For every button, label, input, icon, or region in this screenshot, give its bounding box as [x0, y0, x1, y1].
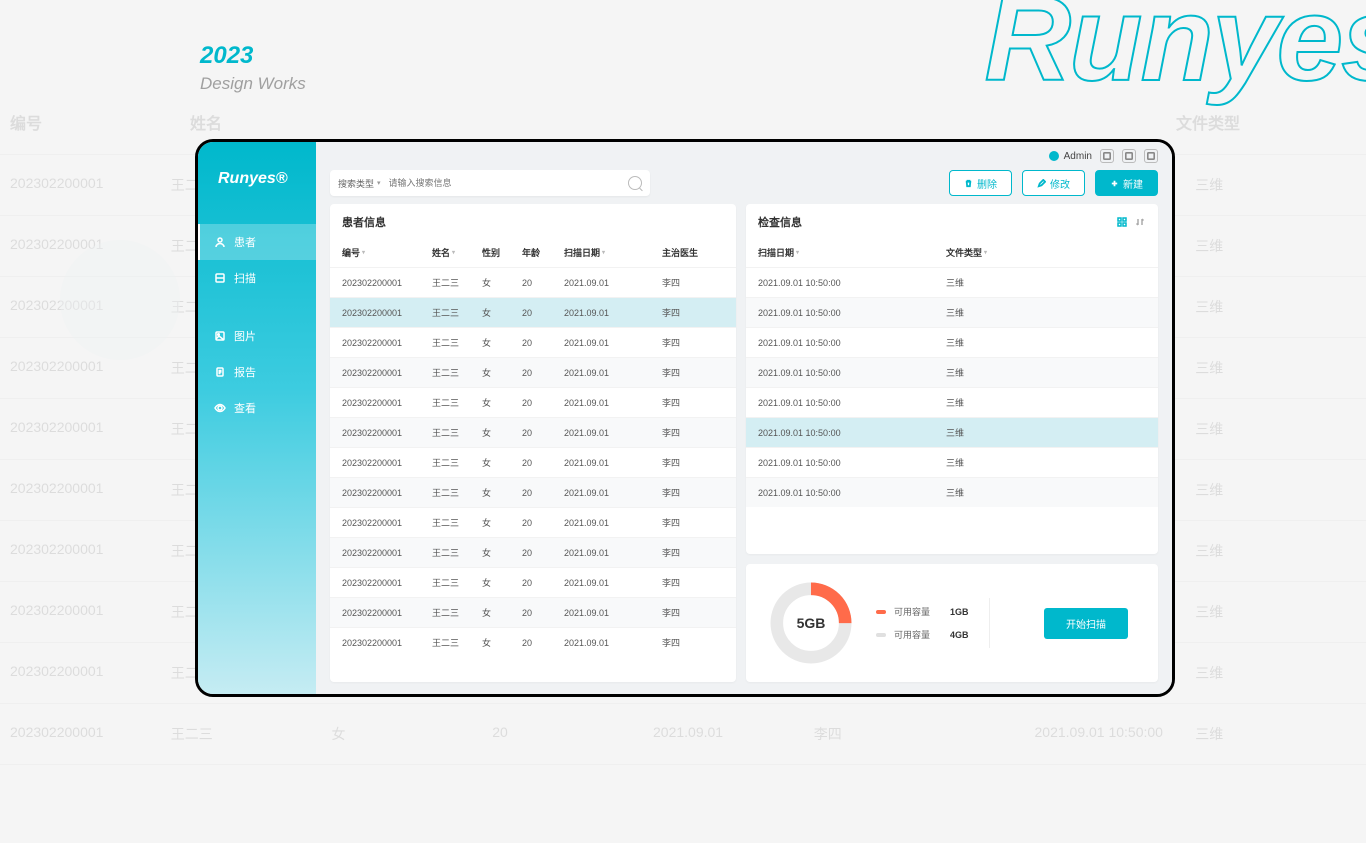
- sidebar-item-view[interactable]: 查看: [198, 390, 316, 426]
- toolbar: 搜索类型 删除 修改 新建: [316, 170, 1172, 196]
- start-scan-button[interactable]: 开始扫描: [1044, 608, 1128, 639]
- patient-row[interactable]: 202302200001王二三女202021.09.01李四: [330, 507, 736, 537]
- exam-row[interactable]: 2021.09.01 10:50:00三维: [746, 447, 1158, 477]
- content-area: 患者信息 编号▾ 姓名▾ 性别 年龄 扫描日期▾ 主治医生 2023022000…: [316, 204, 1172, 694]
- nav-label: 图片: [234, 328, 256, 344]
- patient-row[interactable]: 202302200001王二三女202021.09.01李四: [330, 477, 736, 507]
- sort-icon[interactable]: [1134, 216, 1146, 228]
- exam-panel-title: 检查信息: [746, 204, 1158, 238]
- exam-table-body: 2021.09.01 10:50:00三维2021.09.01 10:50:00…: [746, 267, 1158, 554]
- image-icon: [214, 330, 226, 342]
- search-type-dropdown[interactable]: 搜索类型: [338, 177, 381, 190]
- new-button[interactable]: 新建: [1095, 170, 1158, 196]
- legend-item: 可用容量1GB: [876, 605, 969, 618]
- patient-table-header: 编号▾ 姓名▾ 性别 年龄 扫描日期▾ 主治医生: [330, 238, 736, 267]
- logo: Runyes®: [198, 170, 316, 188]
- patient-table-body: 202302200001王二三女202021.09.01李四2023022000…: [330, 267, 736, 682]
- scan-icon: [214, 272, 226, 284]
- patient-row[interactable]: 202302200001王二三女202021.09.01李四: [330, 357, 736, 387]
- patient-row[interactable]: 202302200001王二三女202021.09.01李四: [330, 267, 736, 297]
- app-frame: Runyes® 患者扫描图片报告查看 Admin 搜索类型 删除 修改 新建: [195, 139, 1175, 697]
- legend-item: 可用容量4GB: [876, 628, 969, 641]
- sidebar-item-scan[interactable]: 扫描: [198, 260, 316, 296]
- report-icon: [214, 366, 226, 378]
- patient-row[interactable]: 202302200001王二三女202021.09.01李四: [330, 567, 736, 597]
- header-icon-1[interactable]: [1100, 149, 1114, 163]
- patient-panel-title: 患者信息: [330, 204, 736, 238]
- user-icon: [1049, 151, 1059, 161]
- sidebar-item-image[interactable]: 图片: [198, 318, 316, 354]
- nav-label: 报告: [234, 364, 256, 380]
- sidebar-item-user[interactable]: 患者: [198, 224, 316, 260]
- header-icon-3[interactable]: [1144, 149, 1158, 163]
- exam-row[interactable]: 2021.09.01 10:50:00三维: [746, 357, 1158, 387]
- header-bar: Admin: [316, 142, 1172, 170]
- exam-row[interactable]: 2021.09.01 10:50:00三维: [746, 477, 1158, 507]
- exam-panel: 检查信息 扫描日期▾ 文件类型▾ 2021.09.01 10:50:00三维20…: [746, 204, 1158, 554]
- header-icon-2[interactable]: [1122, 149, 1136, 163]
- search-input[interactable]: [389, 178, 620, 188]
- storage-panel: 5GB 可用容量1GB 可用容量4GB 开始扫描: [746, 564, 1158, 682]
- patient-row[interactable]: 202302200001王二三女202021.09.01李四: [330, 387, 736, 417]
- nav-label: 扫描: [234, 270, 256, 286]
- modify-button[interactable]: 修改: [1022, 170, 1085, 196]
- search-box: 搜索类型: [330, 170, 650, 196]
- patient-panel: 患者信息 编号▾ 姓名▾ 性别 年龄 扫描日期▾ 主治医生 2023022000…: [330, 204, 736, 682]
- patient-row[interactable]: 202302200001王二三女202021.09.01李四: [330, 537, 736, 567]
- storage-legend: 可用容量1GB 可用容量4GB: [876, 605, 969, 641]
- user-icon: [214, 236, 226, 248]
- user-name: Admin: [1064, 151, 1092, 162]
- nav-label: 查看: [234, 400, 256, 416]
- main-area: Admin 搜索类型 删除 修改 新建 患者信息 编号▾ 姓名▾: [316, 142, 1172, 694]
- nav-label: 患者: [234, 234, 256, 250]
- exam-row[interactable]: 2021.09.01 10:50:00三维: [746, 327, 1158, 357]
- year-label: 2023: [200, 42, 306, 70]
- patient-row[interactable]: 202302200001王二三女202021.09.01李四: [330, 447, 736, 477]
- patient-row[interactable]: 202302200001王二三女202021.09.01李四: [330, 297, 736, 327]
- grid-view-icon[interactable]: [1116, 216, 1128, 228]
- sidebar: Runyes® 患者扫描图片报告查看: [198, 142, 316, 694]
- patient-row[interactable]: 202302200001王二三女202021.09.01李四: [330, 417, 736, 447]
- exam-row[interactable]: 2021.09.01 10:50:00三维: [746, 387, 1158, 417]
- delete-button[interactable]: 删除: [949, 170, 1012, 196]
- patient-row[interactable]: 202302200001王二三女202021.09.01李四: [330, 597, 736, 627]
- sidebar-item-report[interactable]: 报告: [198, 354, 316, 390]
- exam-row[interactable]: 2021.09.01 10:50:00三维: [746, 267, 1158, 297]
- storage-donut-chart: 5GB: [766, 578, 856, 668]
- exam-row[interactable]: 2021.09.01 10:50:00三维: [746, 417, 1158, 447]
- user-badge[interactable]: Admin: [1049, 151, 1092, 162]
- search-icon[interactable]: [628, 176, 642, 190]
- view-icon: [214, 402, 226, 414]
- exam-table-header: 扫描日期▾ 文件类型▾: [746, 238, 1158, 267]
- donut-center-label: 5GB: [766, 578, 856, 668]
- patient-row[interactable]: 202302200001王二三女202021.09.01李四: [330, 627, 736, 657]
- exam-row[interactable]: 2021.09.01 10:50:00三维: [746, 297, 1158, 327]
- patient-row[interactable]: 202302200001王二三女202021.09.01李四: [330, 327, 736, 357]
